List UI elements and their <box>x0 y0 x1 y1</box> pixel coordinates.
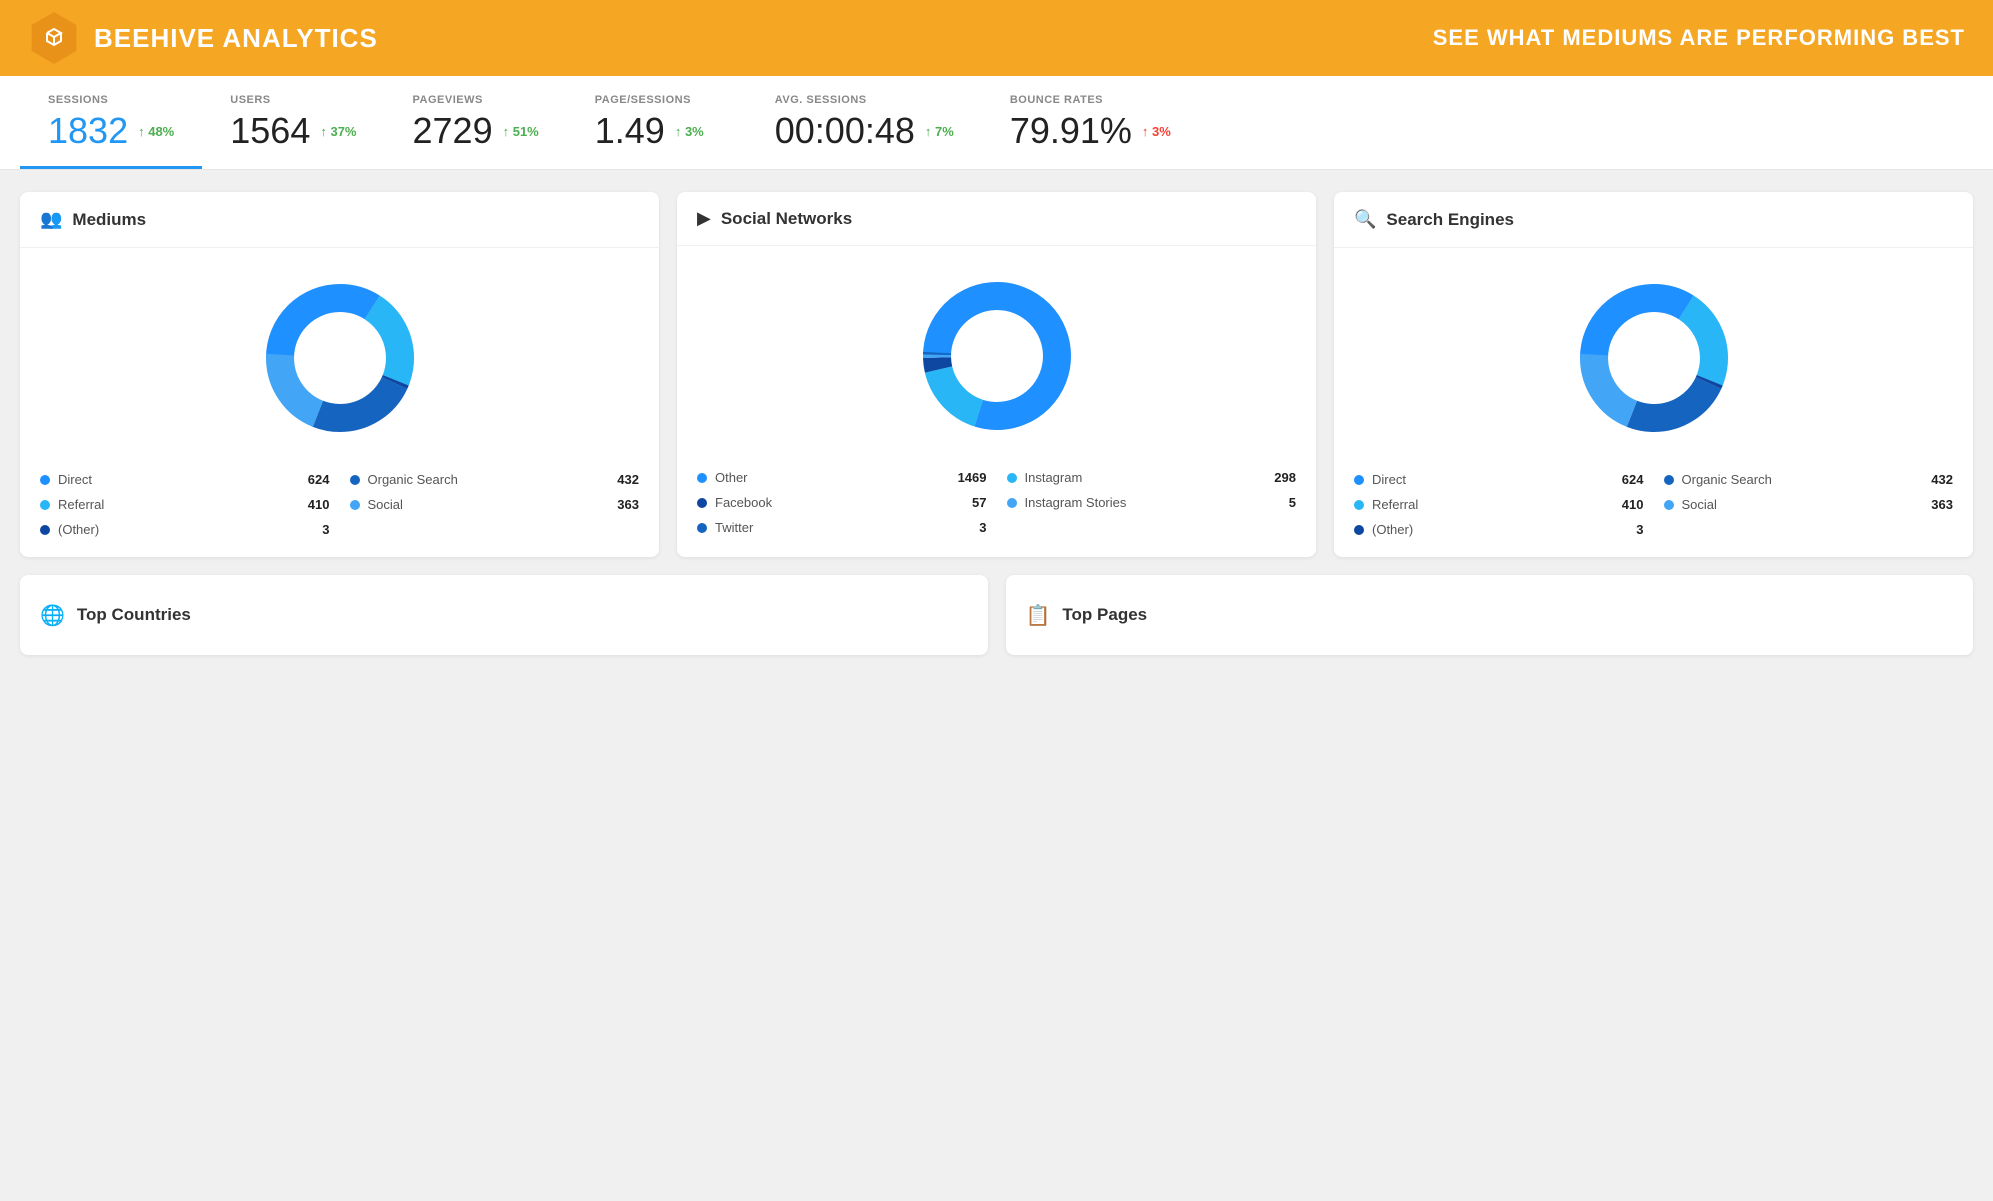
logo-icon <box>28 12 80 64</box>
top-pages-card[interactable]: Top Pages <box>1006 575 1974 655</box>
pages-icon <box>1026 602 1051 628</box>
stat-bounce-rates-label: BOUNCE RATES <box>1010 94 1171 106</box>
legend-dot-se-organic <box>1664 475 1674 485</box>
social-networks-legend: Other 1469 Instagram 298 Facebook 57 <box>697 470 1296 535</box>
legend-item-sn-other: Other 1469 <box>697 470 987 485</box>
legend-dot-sn-other <box>697 473 707 483</box>
legend-item-other: (Other) 3 <box>40 522 330 537</box>
top-countries-card[interactable]: Top Countries <box>20 575 988 655</box>
stat-pageviews-change: ↑ 51% <box>503 124 539 139</box>
stat-page-sessions-change: ↑ 3% <box>675 124 704 139</box>
search-engines-donut <box>1564 268 1744 448</box>
social-networks-donut-container <box>697 266 1296 446</box>
mediums-icon <box>40 208 62 231</box>
header-left: BEEHIVE ANALYTICS <box>28 12 378 64</box>
social-networks-icon: ▶ <box>697 208 711 229</box>
stat-page-sessions-value: 1.49 ↑ 3% <box>595 110 719 152</box>
header-subtitle: SEE WHAT MEDIUMS ARE PERFORMING BEST <box>1433 25 1965 51</box>
legend-item-sn-instagram-stories: Instagram Stories 5 <box>1007 495 1297 510</box>
stat-users-value: 1564 ↑ 37% <box>230 110 356 152</box>
app-title: BEEHIVE ANALYTICS <box>94 23 378 54</box>
legend-dot-sn-instagram <box>1007 473 1017 483</box>
mediums-card-header: Mediums <box>20 192 659 248</box>
cards-row: Mediums <box>20 192 1973 557</box>
stat-pageviews-value: 2729 ↑ 51% <box>413 110 539 152</box>
stat-sessions-value: 1832 ↑ 48% <box>48 110 174 152</box>
mediums-body: Direct 624 Organic Search 432 Referral 4… <box>20 248 659 557</box>
stat-users-label: USERS <box>230 94 356 106</box>
stat-avg-sessions-change: ↑ 7% <box>925 124 954 139</box>
mediums-donut-container <box>40 268 639 448</box>
legend-item-direct: Direct 624 <box>40 472 330 487</box>
legend-dot-organic <box>350 475 360 485</box>
mediums-donut <box>250 268 430 448</box>
legend-dot-sn-twitter <box>697 523 707 533</box>
bottom-row: Top Countries Top Pages <box>20 575 1973 655</box>
stat-page-sessions[interactable]: PAGE/SESSIONS 1.49 ↑ 3% <box>567 76 747 169</box>
legend-item-se-other: (Other) 3 <box>1354 522 1644 537</box>
mediums-card: Mediums <box>20 192 659 557</box>
legend-dot-se-referral <box>1354 500 1364 510</box>
stat-avg-sessions-label: AVG. SESSIONS <box>775 94 954 106</box>
legend-dot-se-direct <box>1354 475 1364 485</box>
top-pages-title: Top Pages <box>1062 605 1147 625</box>
stat-avg-sessions[interactable]: AVG. SESSIONS 00:00:48 ↑ 7% <box>747 76 982 169</box>
globe-icon <box>40 602 65 628</box>
stat-users-change: ↑ 37% <box>320 124 356 139</box>
legend-dot-sn-instagram-stories <box>1007 498 1017 508</box>
mediums-title: Mediums <box>72 210 146 230</box>
stat-users[interactable]: USERS 1564 ↑ 37% <box>202 76 384 169</box>
stat-pageviews-label: PAGEVIEWS <box>413 94 539 106</box>
search-engines-icon <box>1354 208 1376 231</box>
stat-sessions-label: SESSIONS <box>48 94 174 106</box>
legend-dot-social <box>350 500 360 510</box>
stat-avg-sessions-value: 00:00:48 ↑ 7% <box>775 110 954 152</box>
stat-bounce-rates-value: 79.91% ↑ 3% <box>1010 110 1171 152</box>
legend-item-sn-instagram: Instagram 298 <box>1007 470 1297 485</box>
stat-bounce-rates-change: ↑ 3% <box>1142 124 1171 139</box>
legend-dot-other <box>40 525 50 535</box>
top-countries-title: Top Countries <box>77 605 191 625</box>
main-content: Mediums <box>0 170 1993 677</box>
stats-bar: SESSIONS 1832 ↑ 48% USERS 1564 ↑ 37% PAG… <box>0 76 1993 170</box>
legend-item-sn-twitter: Twitter 3 <box>697 520 987 535</box>
social-networks-donut <box>907 266 1087 446</box>
search-engines-card-header: Search Engines <box>1334 192 1973 248</box>
mediums-legend: Direct 624 Organic Search 432 Referral 4… <box>40 472 639 537</box>
stat-bounce-rates[interactable]: BOUNCE RATES 79.91% ↑ 3% <box>982 76 1199 169</box>
header: BEEHIVE ANALYTICS SEE WHAT MEDIUMS ARE P… <box>0 0 1993 76</box>
legend-item-sn-facebook: Facebook 57 <box>697 495 987 510</box>
legend-item-se-referral: Referral 410 <box>1354 497 1644 512</box>
search-engines-legend: Direct 624 Organic Search 432 Referral 4… <box>1354 472 1953 537</box>
social-networks-card-header: ▶ Social Networks <box>677 192 1316 246</box>
legend-dot-sn-facebook <box>697 498 707 508</box>
legend-dot-se-social <box>1664 500 1674 510</box>
stat-page-sessions-label: PAGE/SESSIONS <box>595 94 719 106</box>
legend-item-referral: Referral 410 <box>40 497 330 512</box>
stat-sessions[interactable]: SESSIONS 1832 ↑ 48% <box>20 76 202 169</box>
legend-item-se-social: Social 363 <box>1664 497 1954 512</box>
stat-sessions-change: ↑ 48% <box>138 124 174 139</box>
legend-item-se-organic: Organic Search 432 <box>1664 472 1954 487</box>
legend-item-organic: Organic Search 432 <box>350 472 640 487</box>
search-engines-donut-container <box>1354 268 1953 448</box>
legend-item-se-direct: Direct 624 <box>1354 472 1644 487</box>
search-engines-title: Search Engines <box>1386 210 1514 230</box>
legend-dot-direct <box>40 475 50 485</box>
search-engines-body: Direct 624 Organic Search 432 Referral 4… <box>1334 248 1973 557</box>
legend-dot-se-other <box>1354 525 1364 535</box>
search-engines-card: Search Engines <box>1334 192 1973 557</box>
legend-item-social: Social 363 <box>350 497 640 512</box>
legend-dot-referral <box>40 500 50 510</box>
stat-pageviews[interactable]: PAGEVIEWS 2729 ↑ 51% <box>385 76 567 169</box>
social-networks-body: Other 1469 Instagram 298 Facebook 57 <box>677 246 1316 555</box>
social-networks-card: ▶ Social Networks <box>677 192 1316 557</box>
social-networks-title: Social Networks <box>721 209 852 229</box>
